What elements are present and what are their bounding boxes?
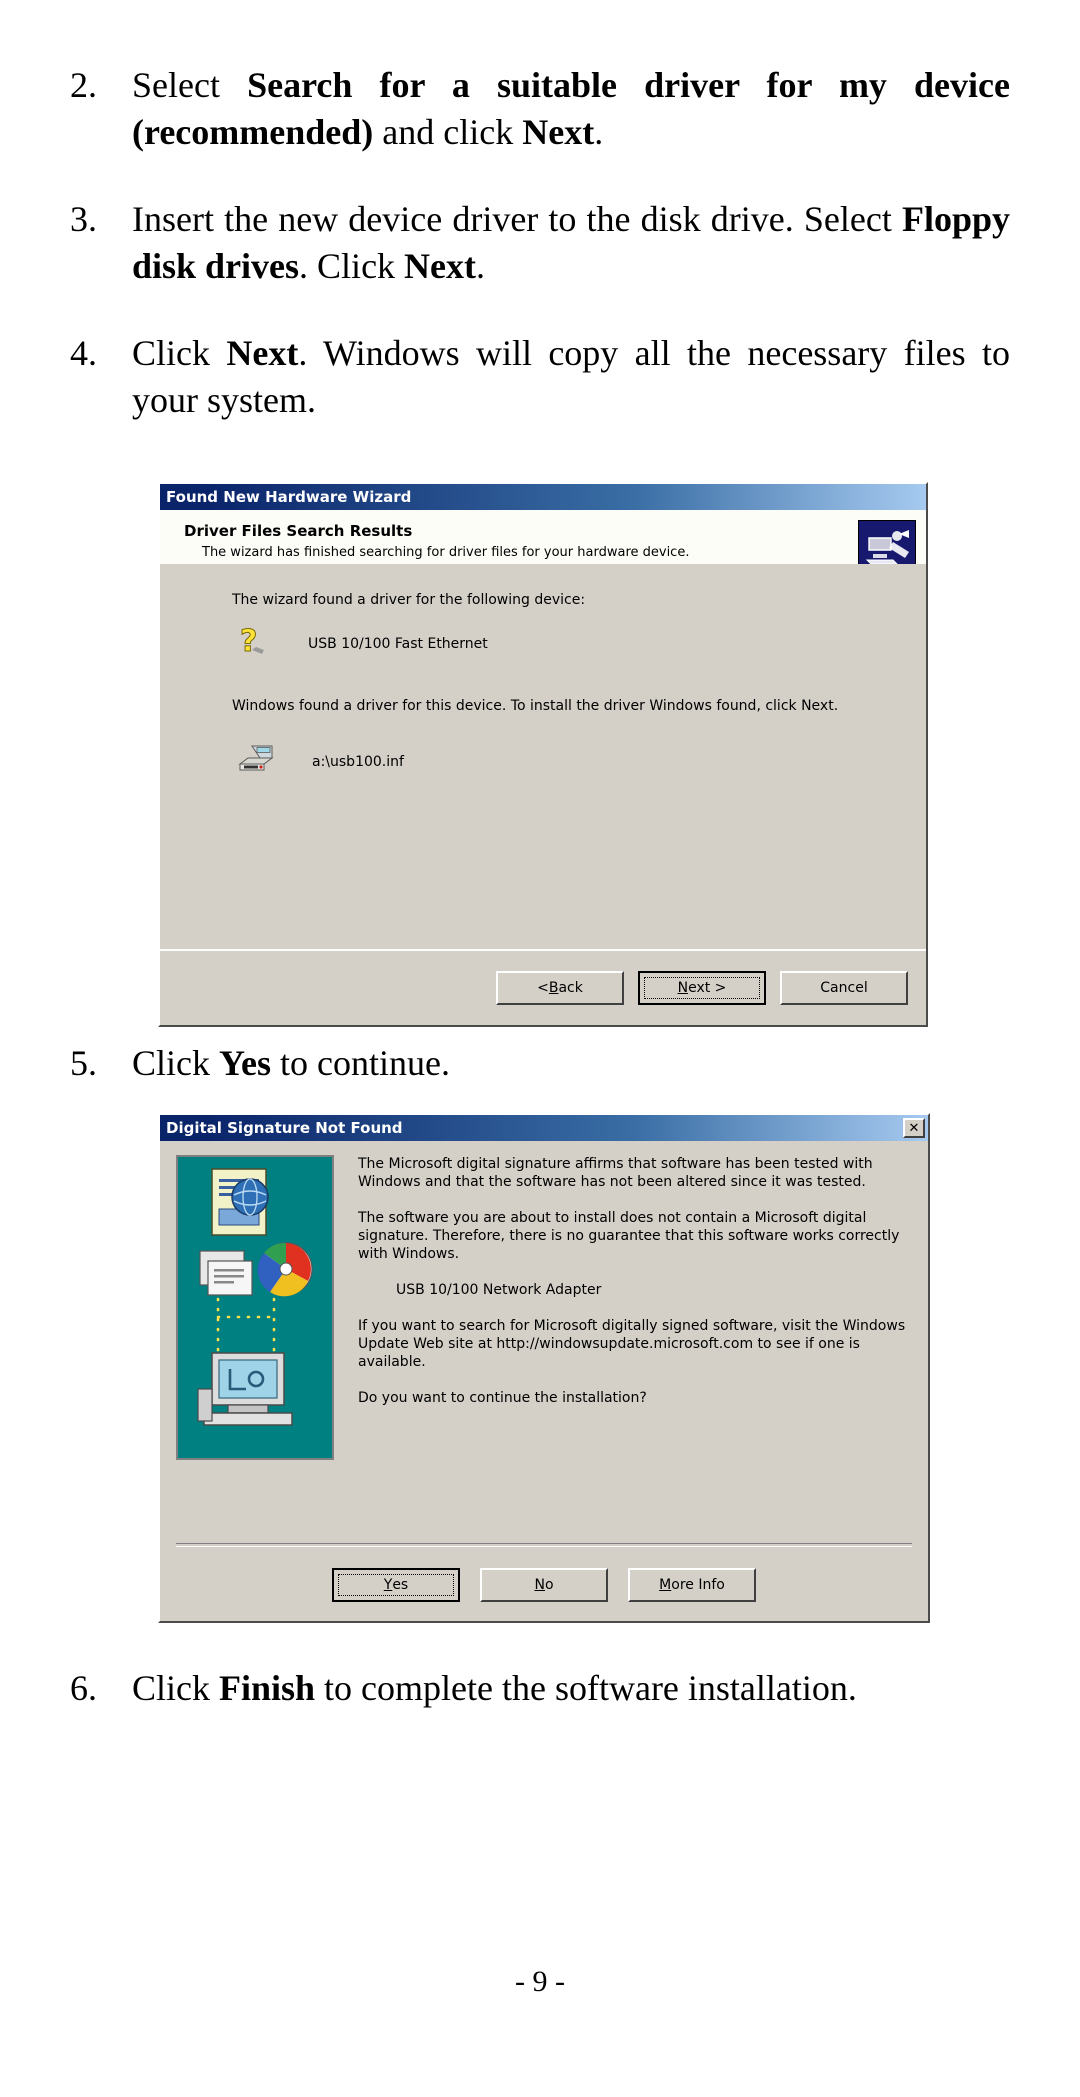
digital-signature-illustration (176, 1155, 334, 1460)
device-row: ? USB 10/100 Fast Ethernet (238, 624, 896, 664)
more-info-button[interactable]: More Info (628, 1568, 756, 1602)
next-button-accel: N (677, 980, 689, 996)
signature-body: The Microsoft digital signature affirms … (160, 1141, 928, 1621)
wizard-title-text: Found New Hardware Wizard (166, 488, 412, 506)
step-number: 2. (70, 65, 97, 105)
plain-text: to continue. (271, 1043, 450, 1083)
wizard-install-text: Windows found a driver for this device. … (232, 698, 839, 714)
step-text: Click Finish to complete the software in… (132, 1665, 1080, 1712)
more-info-button-accel: M (659, 1577, 672, 1593)
close-icon[interactable]: ✕ (903, 1118, 925, 1138)
device-name-label: USB 10/100 Fast Ethernet (308, 636, 488, 652)
wizard-title-bar[interactable]: Found New Hardware Wizard (160, 484, 926, 510)
instruction-step-2: 2. Select Search for a suitable driver f… (0, 62, 1080, 156)
no-button[interactable]: No (480, 1568, 608, 1602)
plain-text: to complete the software installation. (315, 1668, 857, 1708)
back-button-accel: B (548, 980, 559, 996)
page-number: - 9 - (515, 1965, 565, 1998)
instruction-step-3: 3. Insert the new device driver to the d… (0, 196, 1080, 290)
step-number: 4. (70, 333, 97, 373)
plain-text: Select (132, 65, 248, 105)
step-text: Select Search for a suitable driver for … (132, 62, 1010, 156)
step-text: Insert the new device driver to the disk… (132, 196, 1010, 290)
plain-text: Click (132, 1043, 219, 1083)
plain-text: Click (132, 1668, 219, 1708)
emphasis-text: Yes (219, 1043, 271, 1083)
wizard-header-heading: Driver Files Search Results (184, 522, 413, 540)
signature-separator (176, 1543, 912, 1547)
next-button[interactable]: Next > (638, 971, 766, 1005)
signature-paragraph-2: The software you are about to install do… (358, 1210, 900, 1262)
signature-paragraph-1: The Microsoft digital signature affirms … (358, 1156, 873, 1190)
svg-text:?: ? (240, 624, 257, 659)
emphasis-text: Finish (219, 1668, 316, 1708)
digital-signature-not-found-dialog[interactable]: Digital Signature Not Found ✕ The Micros… (158, 1113, 930, 1623)
found-new-hardware-wizard-dialog[interactable]: Found New Hardware Wizard Driver Files S… (158, 482, 928, 1027)
no-button-accel: N (534, 1577, 545, 1593)
cancel-button[interactable]: Cancel (780, 971, 908, 1005)
wizard-found-driver-text: The wizard found a driver for the follow… (232, 592, 586, 608)
floppy-drive-icon (238, 744, 276, 780)
signature-title-bar[interactable]: Digital Signature Not Found ✕ (160, 1115, 928, 1141)
plain-text: Click (132, 333, 227, 373)
step-number: 6. (70, 1668, 97, 1708)
emphasis-text: Next (226, 333, 299, 373)
instruction-step-5: 5. Click Yes to continue. (0, 1040, 1080, 1087)
plain-text: and click (373, 112, 523, 152)
signature-title-text: Digital Signature Not Found (166, 1119, 403, 1137)
question-mark-icon: ? (238, 624, 272, 664)
signature-device-name: USB 10/100 Network Adapter (396, 1282, 602, 1298)
back-button[interactable]: < Back (496, 971, 624, 1005)
instruction-step-6: 6. Click Finish to complete the software… (0, 1665, 1080, 1712)
emphasis-text: Next (404, 246, 477, 286)
yes-button[interactable]: Yes (332, 1568, 460, 1602)
plain-text: . Click (299, 246, 405, 286)
plain-text: . (594, 112, 604, 152)
yes-button-accel: Y (383, 1577, 393, 1593)
signature-paragraph-4: Do you want to continue the installation… (358, 1390, 647, 1406)
plain-text: Insert the new device driver to the disk… (132, 199, 902, 239)
driver-file-row: a:\usb100.inf (238, 744, 896, 780)
step-text: Click Yes to continue. (132, 1040, 1080, 1087)
step-text: Click Next. Windows will copy all the ne… (132, 330, 1010, 424)
step-number: 5. (70, 1043, 97, 1083)
wizard-header-subtext: The wizard has finished searching for dr… (202, 545, 690, 560)
signature-paragraph-3: If you want to search for Microsoft digi… (358, 1318, 906, 1370)
signature-footer: Yes No More Info (160, 1549, 928, 1621)
document-body: 2. Select Search for a suitable driver f… (0, 0, 1080, 442)
wizard-body: The wizard found a driver for the follow… (160, 564, 926, 947)
emphasis-text: Next (522, 112, 595, 152)
driver-path-label: a:\usb100.inf (312, 754, 404, 770)
instruction-step-4: 4. Click Next. Windows will copy all the… (0, 330, 1080, 424)
step-number: 3. (70, 199, 97, 239)
wizard-footer: < Back Next > Cancel (160, 949, 926, 1025)
plain-text: . (476, 246, 486, 286)
